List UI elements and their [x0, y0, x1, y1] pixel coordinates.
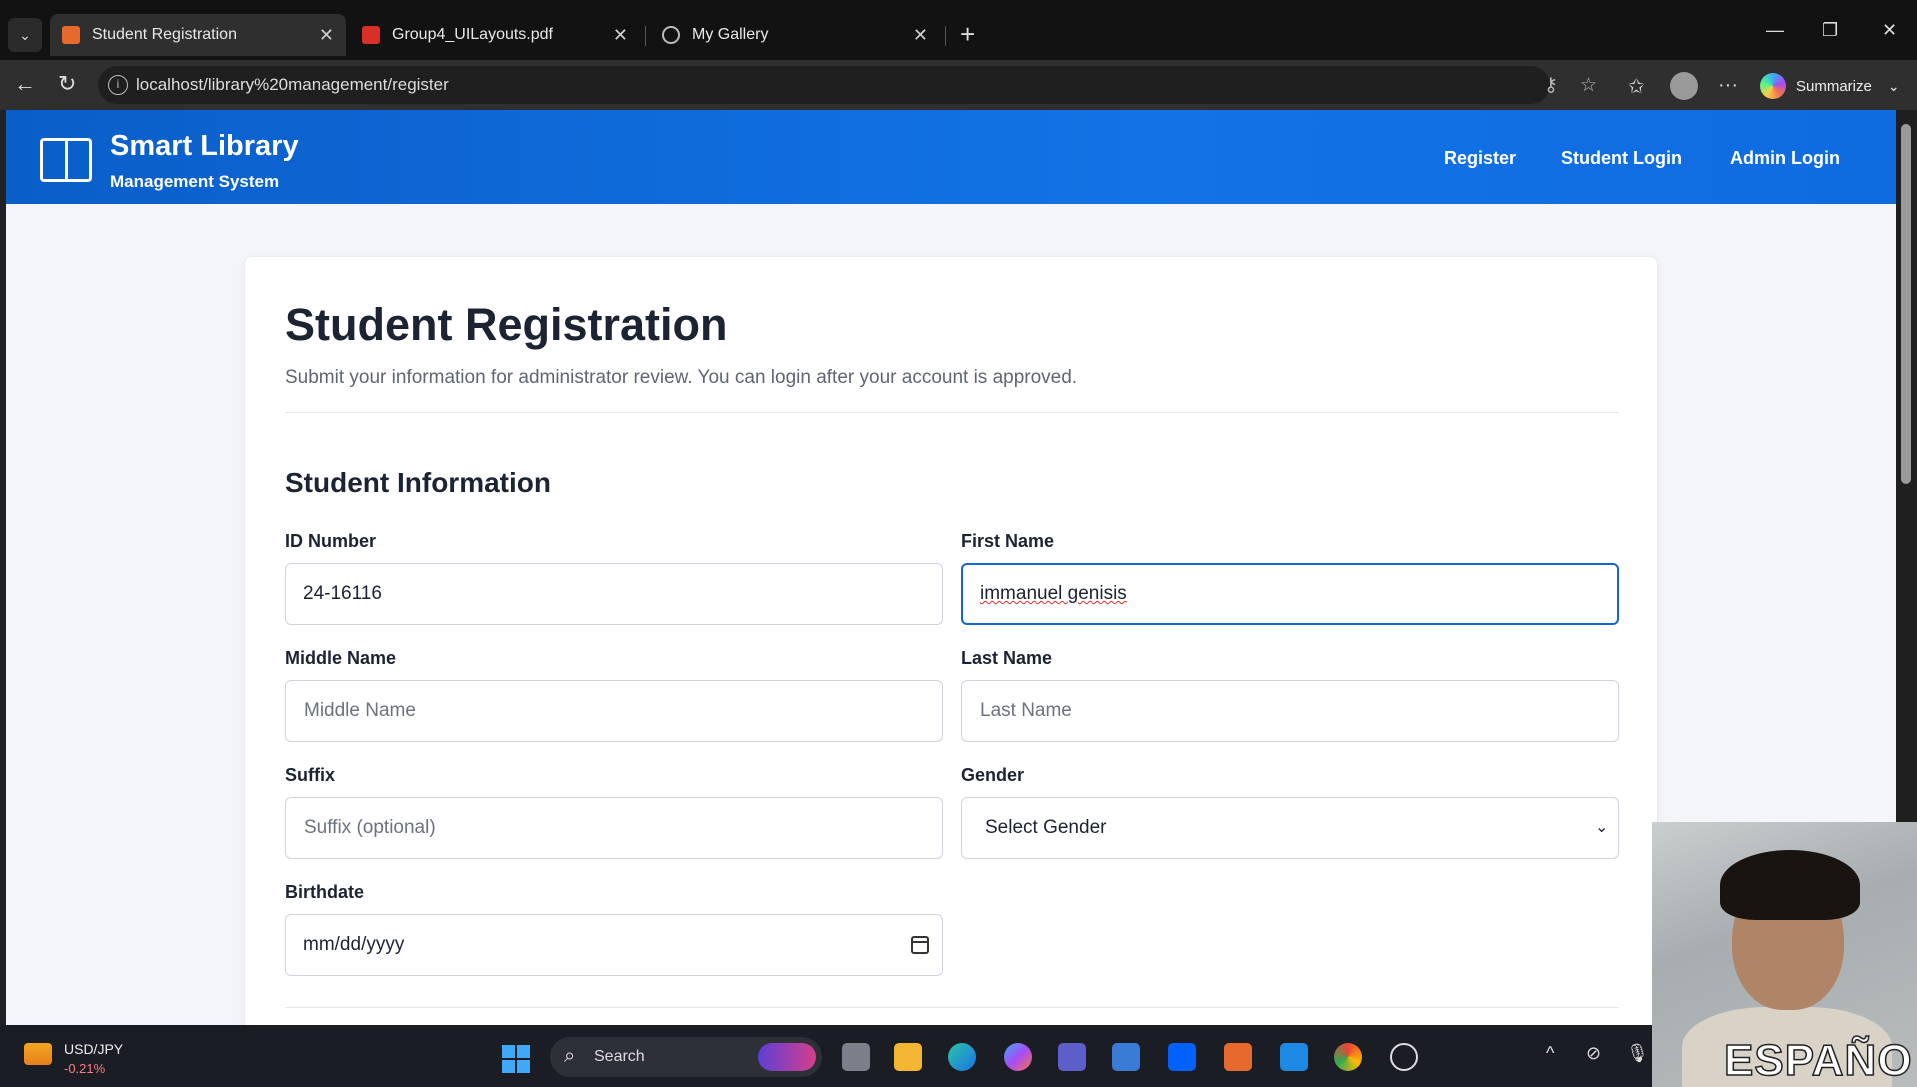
suffix-input[interactable]: [285, 797, 943, 859]
tab-separator: [645, 26, 646, 46]
birthdate-placeholder: mm/dd/yyyy: [303, 934, 405, 955]
suffix-label: Suffix: [285, 765, 336, 785]
xampp-icon[interactable]: [1224, 1043, 1252, 1071]
microphone-icon[interactable]: 🎙: [1626, 1043, 1649, 1064]
middle-name-input[interactable]: [285, 680, 943, 742]
globe-icon: [662, 26, 680, 44]
divider: [285, 412, 1619, 413]
store-icon[interactable]: [1112, 1043, 1140, 1071]
reload-icon[interactable]: ↻: [58, 72, 76, 96]
chevron-down-icon: ⌄: [1595, 819, 1609, 836]
copilot-icon[interactable]: [1004, 1043, 1032, 1071]
registration-card: Student Registration Submit your informa…: [244, 256, 1658, 1025]
more-options-icon[interactable]: ···: [1718, 74, 1738, 97]
tray-overflow-icon[interactable]: ^: [1546, 1043, 1554, 1064]
minimize-icon[interactable]: —: [1766, 20, 1784, 41]
star-icon[interactable]: ☆: [1580, 74, 1597, 97]
id-number-label: ID Number: [285, 531, 377, 551]
close-icon[interactable]: ✕: [913, 25, 928, 46]
chevron-down-icon[interactable]: ⌄: [1888, 78, 1900, 95]
gender-label: Gender: [961, 765, 1025, 785]
tab-actions-menu-button[interactable]: ⌄: [8, 18, 42, 52]
pdf-favicon-icon: [362, 26, 380, 44]
tab-my-gallery[interactable]: My Gallery ✕: [650, 14, 940, 56]
chrome-icon[interactable]: [1334, 1043, 1362, 1071]
brand-subtitle: Management System: [110, 172, 280, 191]
teams-icon[interactable]: [1058, 1043, 1086, 1071]
divider: [285, 1007, 1619, 1008]
file-explorer-icon[interactable]: [894, 1043, 922, 1071]
gender-selected-value: Select Gender: [985, 817, 1107, 838]
profile-avatar-icon[interactable]: [1670, 72, 1698, 100]
favorites-icon[interactable]: ✩: [1628, 74, 1645, 99]
tab-label: Group4_UILayouts.pdf: [392, 26, 553, 43]
scrollbar-thumb[interactable]: [1901, 124, 1911, 484]
ticker-symbol[interactable]: USD/JPY: [64, 1041, 123, 1057]
close-window-icon[interactable]: ✕: [1882, 20, 1897, 41]
vscode-icon[interactable]: [1280, 1043, 1308, 1071]
first-name-label: First Name: [961, 531, 1055, 551]
section-title: Student Information: [285, 467, 551, 498]
tab-group4-pdf[interactable]: Group4_UILayouts.pdf ✕: [350, 14, 640, 56]
xampp-favicon-icon: [62, 26, 80, 44]
middle-name-label: Middle Name: [285, 648, 397, 668]
copilot-icon: [1760, 73, 1786, 99]
restore-icon[interactable]: ❐: [1822, 20, 1838, 41]
first-name-value: immanuel genisis: [980, 583, 1127, 604]
summarize-label: Summarize: [1796, 77, 1872, 95]
search-label: Search: [594, 1048, 645, 1065]
task-view-icon[interactable]: [842, 1043, 870, 1071]
nav-admin-login-link[interactable]: Admin Login: [1730, 148, 1840, 169]
chevron-down-icon: ⌄: [19, 26, 31, 43]
ticker-change: -0.21%: [64, 1061, 106, 1076]
site-header: Smart Library Management System Register…: [6, 110, 1896, 204]
webcam-caption: ESPAÑO: [1723, 1035, 1913, 1086]
windows-start-icon[interactable]: [502, 1045, 530, 1073]
tab-student-registration[interactable]: Student Registration ✕: [50, 14, 346, 56]
dropbox-icon[interactable]: [1168, 1043, 1196, 1071]
back-arrow-icon[interactable]: ←: [14, 72, 36, 96]
edge-browser-icon[interactable]: [948, 1043, 976, 1071]
obs-studio-icon[interactable]: [1390, 1043, 1418, 1071]
webcam-overlay: ESPAÑO: [1652, 822, 1917, 1087]
webcam-presenter-hair: [1720, 850, 1860, 920]
windows-taskbar: USD/JPY -0.21% ⌕ Search ^ ⊘ 🎙: [0, 1025, 1917, 1087]
id-number-input[interactable]: [285, 563, 943, 625]
tab-separator: [945, 26, 946, 46]
page-title: Student Registration: [285, 299, 728, 350]
tab-label: Student Registration: [92, 26, 237, 43]
taskbar-search[interactable]: ⌕ Search: [550, 1037, 822, 1077]
new-tab-button[interactable]: +: [960, 20, 975, 48]
nav-student-login-link[interactable]: Student Login: [1561, 148, 1682, 169]
page-subtitle: Submit your information for administrato…: [285, 367, 1078, 388]
calendar-icon[interactable]: [911, 936, 929, 954]
url-text[interactable]: localhost/library%20management/register: [136, 75, 449, 95]
nav-register-link[interactable]: Register: [1444, 148, 1516, 169]
summarize-button[interactable]: Summarize ⌄: [1760, 70, 1900, 102]
key-icon[interactable]: ⚷: [1544, 74, 1558, 97]
browser-tab-bar: ⌄ Student Registration ✕ Group4_UILayout…: [0, 0, 1917, 60]
last-name-label: Last Name: [961, 648, 1053, 668]
book-logo-icon: [40, 138, 92, 182]
info-icon[interactable]: i: [108, 75, 128, 95]
search-highlight-icon: [758, 1043, 816, 1071]
brand-title: Smart Library: [110, 130, 299, 162]
browser-toolbar: ← ↻ i localhost/library%20management/reg…: [0, 60, 1917, 110]
network-icon[interactable]: ⊘: [1586, 1043, 1601, 1064]
address-bar[interactable]: i localhost/library%20management/registe…: [98, 66, 1597, 104]
tab-label: My Gallery: [692, 26, 769, 43]
id-number-value: 24-16116: [303, 583, 382, 604]
close-icon[interactable]: ✕: [319, 25, 334, 46]
last-name-input[interactable]: [961, 680, 1619, 742]
close-icon[interactable]: ✕: [613, 25, 628, 46]
birthdate-label: Birthdate: [285, 882, 365, 902]
search-icon: ⌕: [564, 1045, 576, 1067]
stock-widget-icon[interactable]: [24, 1043, 52, 1065]
page-viewport: Smart Library Management System Register…: [6, 110, 1896, 1025]
